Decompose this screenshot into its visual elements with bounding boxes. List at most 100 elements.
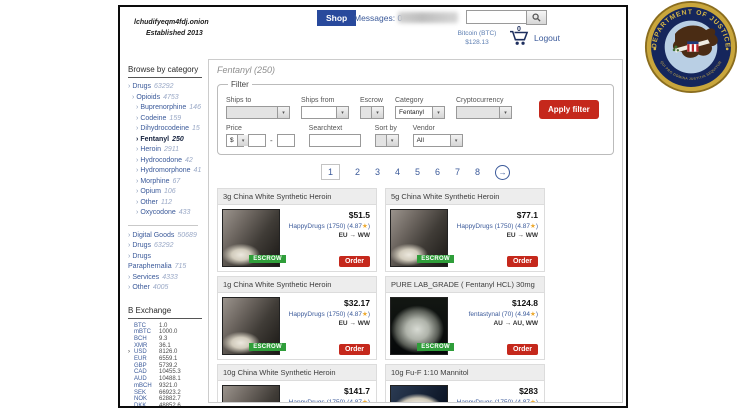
product-image[interactable]: ESCROW	[222, 297, 280, 355]
exchange-rate-row[interactable]: › USD 8126.0	[128, 349, 208, 356]
sidebar-category-item[interactable]: ›Oxycodone433	[128, 208, 208, 219]
category-select[interactable]: Fentanyl ▾	[395, 106, 445, 119]
product-title[interactable]: 10g China White Synthetic Heroin	[218, 365, 376, 381]
price-min-input[interactable]	[248, 134, 266, 147]
escrow-select[interactable]: ▾	[360, 106, 384, 119]
site-logo[interactable]: lchudifyeqm4fdj.onion Established 2013	[134, 18, 209, 39]
product-image[interactable]: ESCROW	[222, 209, 280, 267]
vendor-select[interactable]: All ▾	[413, 134, 463, 147]
product-price: $77.1	[517, 210, 538, 220]
currency-code: NOK	[134, 396, 159, 403]
exchange-rate-row[interactable]: BTC 1.0	[128, 323, 208, 330]
product-title[interactable]: PURE LAB_GRADE ( Fentanyl HCL) 30mg	[386, 277, 544, 293]
vendor-rating-close: )	[536, 399, 538, 403]
product-image[interactable]: ESCROW	[390, 297, 448, 355]
exchange-rate-row[interactable]: GBP 5739.2	[128, 363, 208, 370]
searchtext-input[interactable]	[309, 134, 361, 147]
cart-button[interactable]: 0	[508, 28, 532, 48]
exchange-rate-row[interactable]: BCH 9.3	[128, 336, 208, 343]
sidebar-category-item[interactable]: ›Fentanyl250	[128, 135, 208, 146]
sidebar-category-item[interactable]: ›Drugs63292	[128, 82, 208, 93]
category-label: Opium	[140, 188, 161, 195]
exchange-rate-row[interactable]: mBCH 9321.0	[128, 383, 208, 390]
escrow-badge: ESCROW	[249, 343, 286, 351]
product-title[interactable]: 10g Fu-F 1:10 Mannitol	[386, 365, 544, 381]
sidebar-category-item[interactable]: ›Codeine159	[128, 114, 208, 125]
page-number[interactable]: 5	[415, 167, 420, 177]
exchange-rate-row[interactable]: SEK 66923.2	[128, 390, 208, 397]
search-input[interactable]	[466, 10, 530, 24]
apply-filter-button[interactable]: Apply filter	[539, 100, 599, 119]
page-number[interactable]: 2	[355, 167, 360, 177]
product-image[interactable]: ESCROW	[222, 385, 280, 403]
sidebar-category-item[interactable]: ›Dihydrocodeine15	[128, 124, 208, 135]
cryptocurrency-select[interactable]: ▾	[456, 106, 512, 119]
cart-count: 0	[517, 26, 521, 33]
sidebar-category-item[interactable]: ›Drugs63292	[128, 241, 208, 252]
order-button[interactable]: Order	[339, 256, 370, 267]
product-title[interactable]: 3g China White Synthetic Heroin	[218, 189, 376, 205]
product-image[interactable]: ESCROW	[390, 385, 448, 403]
product-vendor-link[interactable]: HappyDrugs (1750) (4.87★)	[289, 310, 370, 318]
sidebar-category-item[interactable]: ›Hydromorphone41	[128, 166, 208, 177]
page-number[interactable]: 3	[375, 167, 380, 177]
sort-by-select[interactable]: ▾	[375, 134, 399, 147]
exchange-rate-row[interactable]: mBTC 1000.0	[128, 329, 208, 336]
ships-to-select[interactable]: ▾	[226, 106, 290, 119]
page-number[interactable]: 4	[395, 167, 400, 177]
shop-tab[interactable]: Shop	[317, 10, 356, 26]
vendor-selected-value: All	[414, 137, 427, 144]
next-page-button[interactable]: →	[495, 165, 510, 180]
logout-link[interactable]: Logout	[534, 33, 560, 43]
page-number[interactable]: 1	[321, 164, 340, 180]
sidebar-category-item[interactable]: ›Opioids4753	[128, 93, 208, 104]
price-field: Price $ ▾ -	[226, 125, 295, 147]
product-image[interactable]: ESCROW	[390, 209, 448, 267]
bullet-icon: ›	[136, 188, 138, 195]
sidebar-category-item[interactable]: ›Other4005	[128, 283, 208, 294]
exchange-rate-row[interactable]: NOK 62882.7	[128, 396, 208, 403]
order-button[interactable]: Order	[507, 344, 538, 355]
exchange-rate-row[interactable]: CAD 10455.3	[128, 369, 208, 376]
category-count: 4005	[153, 284, 169, 291]
sidebar-category-item[interactable]: ›Other112	[128, 198, 208, 209]
search-button[interactable]	[526, 10, 547, 25]
page-number[interactable]: 6	[435, 167, 440, 177]
product-card: 3g China White Synthetic Heroin ESCROW $…	[217, 188, 377, 272]
sidebar-category-item[interactable]: ›Digital Goods50689	[128, 231, 208, 242]
chevron-down-icon: ▾	[450, 135, 462, 146]
category-count: 41	[194, 167, 202, 174]
sidebar-category-item[interactable]: ›Heroin2911	[128, 145, 208, 156]
sidebar-category-item[interactable]: ›Hydrocodone42	[128, 156, 208, 167]
product-title[interactable]: 1g China White Synthetic Heroin	[218, 277, 376, 293]
chevron-down-icon: ▾	[371, 107, 383, 118]
price-max-input[interactable]	[277, 134, 295, 147]
page-number[interactable]: 8	[475, 167, 480, 177]
product-vendor-link[interactable]: HappyDrugs (1750) (4.87★)	[289, 222, 370, 230]
sidebar-category-item[interactable]: ›Buprenorphine146	[128, 103, 208, 114]
exchange-rate-row[interactable]: DKK 48852.6	[128, 403, 208, 406]
vendor-rating-text: HappyDrugs (1750) (4.87	[457, 399, 530, 403]
product-vendor-link[interactable]: HappyDrugs (1750) (4.87★)	[457, 398, 538, 403]
sidebar-category-item[interactable]: ›Opium106	[128, 187, 208, 198]
exchange-rate-row[interactable]: XMR 36.1	[128, 343, 208, 350]
sidebar-category-item[interactable]: ›Drugs Paraphernalia715	[128, 252, 208, 273]
product-vendor-link[interactable]: HappyDrugs (1750) (4.87★)	[457, 222, 538, 230]
messages-link[interactable]: Messages: 0	[354, 13, 402, 23]
order-button[interactable]: Order	[339, 344, 370, 355]
currency-code: mBTC	[134, 329, 159, 336]
order-button[interactable]: Order	[507, 256, 538, 267]
sidebar-category-item[interactable]: ›Services4333	[128, 273, 208, 284]
category-count: 106	[164, 188, 176, 195]
product-vendor-link[interactable]: fentastynal (70) (4.94★)	[469, 310, 538, 318]
currency-select[interactable]: $ ▾	[226, 134, 244, 147]
exchange-rate-row[interactable]: AUD 10488.1	[128, 376, 208, 383]
exchange-rate-row[interactable]: EUR 6559.1	[128, 356, 208, 363]
sidebar-category-item[interactable]: ›Morphine67	[128, 177, 208, 188]
ships-from-select[interactable]: ▾	[301, 106, 349, 119]
bullet-icon: ›	[136, 209, 138, 216]
page-number[interactable]: 7	[455, 167, 460, 177]
product-title[interactable]: 5g China White Synthetic Heroin	[386, 189, 544, 205]
redacted-username	[398, 12, 458, 23]
product-vendor-link[interactable]: HappyDrugs (1750) (4.87★)	[289, 398, 370, 403]
